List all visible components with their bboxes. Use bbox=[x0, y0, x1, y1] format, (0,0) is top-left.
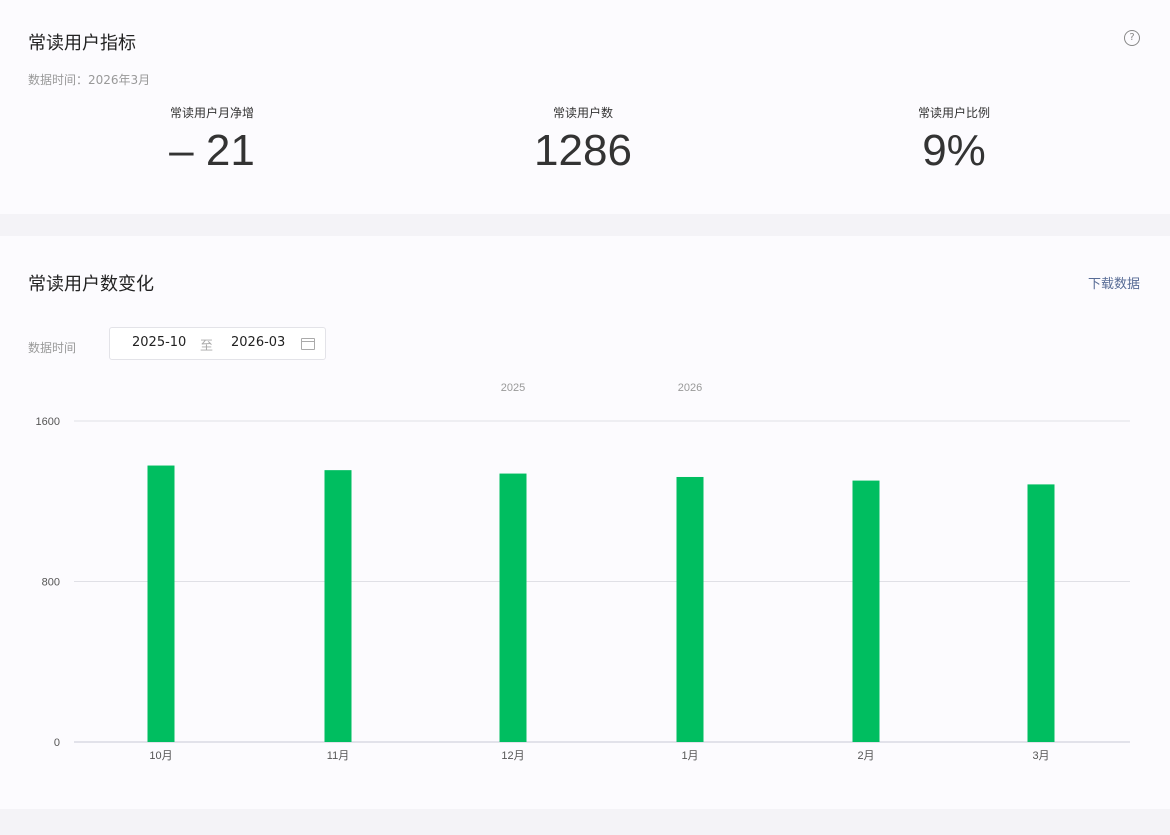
x-tick-label: 1月 bbox=[681, 750, 698, 762]
bar-3月[interactable] bbox=[1027, 484, 1055, 742]
x-tick-label: 2月 bbox=[857, 750, 874, 762]
bar-chart: 0 800 1600 10月 11月 12月 1月 2月 3月 2025 2026 bbox=[36, 382, 1130, 762]
date-end-input[interactable]: 2026-03 bbox=[231, 335, 285, 350]
metric-regular-reader-ratio: 常读用户比例 9% bbox=[844, 104, 1064, 175]
year-label: 2025 bbox=[501, 382, 525, 394]
bar-11月[interactable] bbox=[324, 470, 352, 742]
date-range-picker[interactable]: 2025-10 至 2026-03 bbox=[109, 327, 326, 360]
y-tick-label: 1600 bbox=[36, 416, 60, 428]
bar-2月[interactable] bbox=[852, 480, 880, 742]
question-circle-icon[interactable]: ? bbox=[1124, 30, 1140, 46]
metric-value: 1286 bbox=[534, 126, 632, 175]
metric-label: 常读用户比例 bbox=[917, 106, 990, 120]
data-time-text: 数据时间：2026年3月 bbox=[28, 73, 151, 87]
metrics-card: 常读用户指标 ? 数据时间：2026年3月 常读用户月净增 – 21 常读用户数… bbox=[0, 0, 1170, 214]
trend-card-title: 常读用户数变化 bbox=[28, 274, 154, 295]
bar-10月[interactable] bbox=[147, 465, 175, 742]
y-tick-label: 800 bbox=[42, 577, 60, 589]
x-tick-label: 10月 bbox=[149, 750, 172, 762]
metric-label: 常读用户月净增 bbox=[169, 106, 254, 120]
date-separator: 至 bbox=[200, 339, 214, 354]
metric-value: – 21 bbox=[169, 126, 255, 175]
filter-label: 数据时间 bbox=[28, 341, 77, 355]
y-tick-label: 0 bbox=[54, 737, 60, 749]
calendar-icon[interactable] bbox=[301, 338, 315, 350]
trend-card: 常读用户数变化 下载数据 数据时间 2025-10 至 2026-03 0 800… bbox=[0, 236, 1170, 809]
year-label: 2026 bbox=[678, 382, 702, 394]
bar-12月[interactable] bbox=[499, 473, 527, 742]
metrics-card-title: 常读用户指标 bbox=[28, 33, 136, 54]
bar-1月[interactable] bbox=[676, 476, 704, 742]
x-tick-label: 11月 bbox=[327, 750, 349, 762]
x-tick-label: 3月 bbox=[1032, 750, 1049, 762]
metric-monthly-net-increase: 常读用户月净增 – 21 bbox=[102, 104, 322, 175]
metric-value: 9% bbox=[922, 126, 986, 175]
x-tick-label: 12月 bbox=[501, 750, 524, 762]
metric-regular-readers: 常读用户数 1286 bbox=[473, 104, 693, 175]
metric-label: 常读用户数 bbox=[552, 106, 613, 120]
date-start-input[interactable]: 2025-10 bbox=[132, 335, 186, 350]
download-data-link[interactable]: 下载数据 bbox=[1088, 273, 1140, 292]
